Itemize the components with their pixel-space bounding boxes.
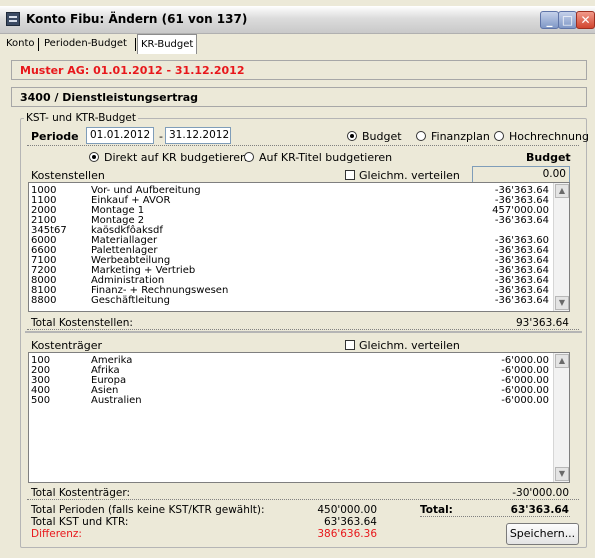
- grand-total-value: 63'363.64: [510, 504, 569, 516]
- scroll-down-icon[interactable]: ▼: [555, 296, 569, 310]
- kst-scrollbar[interactable]: ▲ ▼: [553, 183, 569, 311]
- radio-direkt-kr-label: Direkt auf KR budgetieren: [104, 151, 248, 164]
- divider: [27, 499, 579, 500]
- tab-kr-budget[interactable]: KR-Budget: [137, 34, 198, 54]
- item-code: 500: [31, 395, 51, 406]
- tab-divider: [38, 38, 39, 51]
- account-banner: 3400 / Dienstleistungsertrag: [11, 87, 587, 107]
- item-name: Australien: [91, 395, 142, 406]
- app-icon: [6, 12, 20, 26]
- window-title: Konto Fibu: Ändern (61 von 137): [26, 12, 248, 26]
- differenz-label: Differenz:: [31, 528, 82, 540]
- kst-equal-distribute-checkbox[interactable]: [345, 170, 355, 180]
- radio-hochrechnung[interactable]: [494, 131, 504, 141]
- list-item[interactable]: 500 Australien -6'000.00: [31, 395, 551, 406]
- kst-total-value: 93'363.64: [516, 317, 569, 329]
- budget-column-header: Budget: [526, 151, 571, 164]
- kst-total-label: Total Kostenstellen:: [31, 317, 133, 329]
- save-button[interactable]: Speichern...: [506, 523, 579, 545]
- grand-total-label: Total:: [420, 504, 453, 516]
- ktr-total-value: -30'000.00: [512, 487, 569, 499]
- list-item[interactable]: 8800 Geschäftleitung -36'363.64: [31, 295, 551, 306]
- close-button[interactable]: ✕: [576, 11, 595, 29]
- item-budget: -36'363.64: [494, 295, 549, 306]
- item-name: Geschäftleitung: [91, 295, 170, 306]
- differenz-value: 386'636.36: [317, 528, 377, 540]
- section-separator: [25, 331, 582, 333]
- divider: [420, 516, 570, 517]
- periode-label: Periode: [31, 130, 79, 143]
- minimize-button[interactable]: _: [540, 11, 559, 29]
- title-bar[interactable]: Konto Fibu: Ändern (61 von 137) _ □ ✕: [0, 6, 595, 34]
- kostenstellen-list[interactable]: 1000 Vor- und Aufbereitung -36'363.64 1100 E…: [28, 182, 570, 312]
- ktr-equal-distribute-checkbox[interactable]: [345, 340, 355, 350]
- tab-perioden-budget[interactable]: Perioden-Budget: [41, 36, 130, 54]
- group-label: KST- und KTR-Budget: [24, 112, 138, 124]
- kostentraeger-label: Kostenträger: [31, 339, 103, 352]
- radio-kr-titel[interactable]: [244, 152, 254, 162]
- radio-direkt-kr[interactable]: [89, 152, 99, 162]
- divider: [27, 329, 579, 330]
- kostenstellen-label: Kostenstellen: [31, 169, 105, 182]
- tab-konto[interactable]: Konto: [3, 36, 38, 54]
- scroll-up-icon[interactable]: ▲: [555, 354, 569, 368]
- tab-divider: [135, 38, 136, 51]
- period-to-input[interactable]: 31.12.2012: [165, 127, 231, 144]
- radio-budget[interactable]: [347, 131, 357, 141]
- period-from-input[interactable]: 01.01.2012: [86, 127, 154, 144]
- divider: [27, 145, 579, 146]
- company-period-banner: Muster AG: 01.01.2012 - 31.12.2012: [11, 60, 587, 80]
- radio-finanzplan-label: Finanzplan: [431, 130, 490, 143]
- period-separator: -: [159, 130, 163, 143]
- kst-equal-distribute-label: Gleichm. verteilen: [359, 169, 460, 182]
- kostentraeger-list[interactable]: 100 Amerika -6'000.00 200 Afrika -6'000.00 300…: [28, 352, 570, 483]
- kst-budget-input[interactable]: 0.00: [472, 166, 570, 183]
- total-perioden-value: 450'000.00: [317, 504, 377, 516]
- radio-finanzplan[interactable]: [416, 131, 426, 141]
- radio-kr-titel-label: Auf KR-Titel budgetieren: [259, 151, 393, 164]
- ktr-total-label: Total Kostenträger:: [31, 487, 131, 499]
- scroll-down-icon[interactable]: ▼: [555, 467, 569, 481]
- ktr-scrollbar[interactable]: ▲ ▼: [553, 353, 569, 482]
- ktr-equal-distribute-label: Gleichm. verteilen: [359, 339, 460, 352]
- total-kst-ktr-label: Total KST und KTR:: [31, 516, 129, 528]
- item-code: 8800: [31, 295, 57, 306]
- radio-budget-label: Budget: [362, 130, 402, 143]
- window: Konto Fibu: Ändern (61 von 137) _ □ ✕ Ko…: [0, 0, 595, 558]
- total-kst-ktr-value: 63'363.64: [324, 516, 377, 528]
- total-perioden-label: Total Perioden (falls keine KST/KTR gewä…: [31, 504, 265, 516]
- scroll-up-icon[interactable]: ▲: [555, 184, 569, 198]
- radio-hochrechnung-label: Hochrechnung: [509, 130, 589, 143]
- item-budget: -6'000.00: [501, 395, 549, 406]
- maximize-button[interactable]: □: [558, 11, 577, 29]
